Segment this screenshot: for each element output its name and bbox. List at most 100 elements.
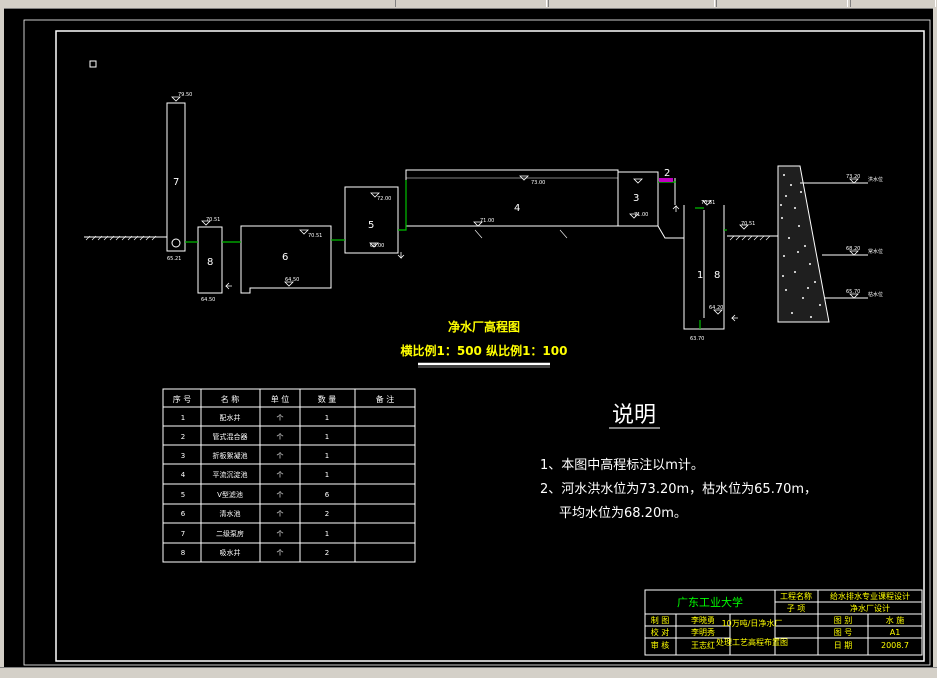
elev-label: 68.20 (846, 246, 860, 252)
unit-label: 4 (514, 203, 520, 214)
pipe-5-4 (398, 180, 407, 231)
tb-name: 李晓勇 (691, 615, 715, 625)
diagram-scale: 横比例1：500 纵比例1：100 (401, 343, 568, 358)
table-cell: 2 (181, 433, 185, 441)
tb-name: 李明秀 (691, 627, 715, 637)
table-cell: 平流沉淀池 (213, 470, 248, 479)
table-cell: 管式混合器 (213, 432, 248, 441)
table-cell: 3 (181, 452, 185, 460)
table-cell: 1 (325, 433, 329, 441)
table-cell: 清水池 (220, 509, 241, 518)
elev-label: 64.50 (201, 297, 215, 303)
tb-field-value: A1 (890, 628, 901, 637)
table-cell: 吸水井 (220, 548, 241, 557)
status-bar (0, 667, 937, 678)
unit-label: 5 (368, 220, 374, 231)
table-header: 单 位 (271, 394, 290, 404)
elev-label: 65.21 (167, 256, 181, 262)
unit-label: 8 (207, 257, 213, 268)
notes-line: 2、河水洪水位为73.20m，枯水位为65.70m， (540, 482, 817, 497)
diagram-title: 净水厂高程图 (448, 319, 520, 334)
table-cell: 配水井 (220, 413, 241, 422)
flow-arrow (672, 205, 680, 212)
elev-label: 63.70 (690, 336, 704, 342)
table-cell: 1 (325, 471, 329, 479)
flow-arrow (397, 252, 405, 259)
pump-symbol (171, 238, 181, 248)
tb-project-label: 工程名称 (780, 591, 812, 601)
table-cell: 5 (181, 491, 185, 499)
elev-label: 65.70 (846, 289, 860, 295)
unit-label: 7 (173, 177, 179, 188)
elev-label: 68.00 (370, 243, 384, 249)
elev-label: 73.20 (846, 174, 860, 180)
table-cell: 折板絮凝池 (213, 451, 248, 460)
table-cell: 2 (325, 549, 329, 557)
tb-field-label: 图 号 (834, 628, 853, 637)
tb-field-label: 日 期 (834, 641, 853, 650)
elev-label: 70.51 (741, 221, 755, 227)
table-header: 备 注 (376, 394, 395, 404)
elev-label: 72.00 (377, 196, 391, 202)
ucs-marker (89, 60, 97, 68)
table-cell: 6 (181, 510, 186, 518)
elev-label: 70.51 (701, 200, 715, 206)
tb-sub: 净水厂设计 (850, 603, 890, 613)
table-cell: 个 (277, 510, 284, 518)
table-cell: 个 (277, 414, 284, 422)
table-cell: 1 (325, 414, 329, 422)
level-name: 常水位 (868, 248, 883, 255)
elev-label: 64.20 (709, 305, 723, 311)
tb-title-2: 处理工艺高程布置图 (716, 637, 788, 647)
table-cell: 6 (325, 491, 330, 499)
unit-label: 8 (714, 270, 720, 281)
unit-label: 3 (633, 193, 639, 204)
tb-title-1: 10万吨/日净水厂 (722, 618, 783, 628)
table-cell: V型滤池 (217, 490, 243, 499)
tb-name: 王志红 (691, 640, 715, 650)
tb-role: 审 核 (651, 640, 670, 650)
elev-label: 79.50 (178, 92, 192, 98)
elev-label: 71.00 (480, 218, 494, 224)
table-cell: 1 (181, 414, 185, 422)
table-header: 数 量 (318, 394, 337, 404)
table-cell: 个 (277, 452, 284, 460)
tb-field-label: 图 别 (834, 616, 853, 625)
unit-label: 1 (697, 270, 703, 281)
tb-project: 给水排水专业课程设计 (830, 591, 910, 601)
tb-field-value: 水 施 (886, 615, 905, 625)
notes-line: 1、本图中高程标注以m计。 (540, 457, 704, 473)
table-cell: 二级泵房 (216, 529, 244, 538)
table-header: 序 号 (173, 394, 192, 404)
drawing-canvas[interactable]: 7 8 6 5 4 3 2 1 8 79.50 70.51 64.50 70.5… (0, 0, 937, 667)
table-cell: 1 (325, 530, 329, 538)
elevation-profile (84, 96, 868, 330)
table-cell: 个 (277, 549, 284, 557)
component-table (162, 388, 416, 563)
unit-label: 2 (664, 168, 670, 179)
tb-sub-label: 子 项 (787, 604, 806, 613)
pipes (185, 180, 727, 329)
notes-line: 平均水位为68.20m。 (559, 506, 687, 521)
table-cell: 1 (325, 452, 329, 460)
table-cell: 个 (277, 471, 284, 479)
table-cell: 个 (277, 530, 284, 538)
table-cell: 8 (181, 549, 185, 557)
elev-label: 71.00 (634, 212, 648, 218)
flow-arrow (731, 314, 738, 322)
table-cell: 7 (181, 530, 185, 538)
tb-role: 校 对 (651, 627, 670, 637)
notes-title: 说明 (612, 403, 656, 428)
level-name: 枯水位 (868, 291, 883, 298)
table-cell: 个 (277, 433, 284, 441)
table-cell: 2 (325, 510, 329, 518)
elev-label: 70.51 (206, 217, 220, 223)
level-name: 洪水位 (868, 176, 883, 183)
unit-4-tank (405, 169, 619, 227)
elev-label: 73.00 (531, 180, 545, 186)
elev-label: 70.51 (308, 233, 322, 239)
tb-school: 广东工业大学 (677, 595, 743, 609)
unit-label: 6 (282, 252, 288, 263)
elev-label: 64.50 (285, 277, 299, 283)
sheet-border (23, 19, 931, 666)
